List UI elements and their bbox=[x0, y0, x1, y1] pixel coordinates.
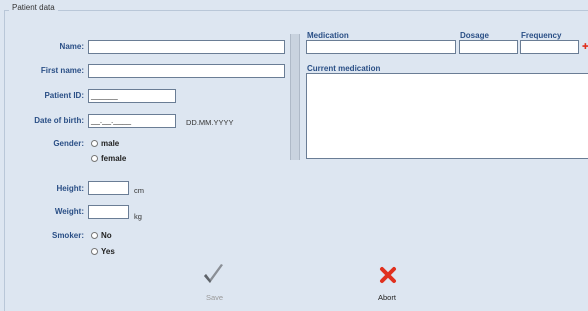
checkmark-icon bbox=[204, 264, 223, 283]
group-title: Patient data bbox=[9, 3, 58, 12]
abort-button[interactable]: Abort bbox=[370, 262, 410, 302]
gender-female-label: female bbox=[101, 154, 127, 163]
first-name-field[interactable] bbox=[88, 64, 285, 78]
smoker-no-label: No bbox=[101, 231, 112, 240]
height-label: Height: bbox=[56, 184, 84, 193]
height-field[interactable] bbox=[88, 181, 129, 195]
medication-column-header: Medication bbox=[307, 31, 349, 40]
height-unit: cm bbox=[134, 186, 144, 195]
panel-splitter[interactable] bbox=[290, 34, 300, 160]
patient-id-field[interactable]: ______ bbox=[88, 89, 176, 103]
save-button[interactable]: Save bbox=[193, 262, 233, 302]
name-label: Name: bbox=[59, 42, 84, 51]
weight-field[interactable] bbox=[88, 205, 129, 219]
first-name-label: First name: bbox=[40, 66, 84, 75]
weight-unit: kg bbox=[134, 212, 142, 221]
patient-id-label: Patient ID: bbox=[44, 91, 84, 100]
weight-label: Weight: bbox=[54, 207, 84, 216]
gender-female-radio[interactable] bbox=[91, 155, 98, 162]
current-medication-label: Current medication bbox=[307, 64, 381, 73]
gender-male-radio[interactable] bbox=[91, 140, 98, 147]
smoker-no-radio[interactable] bbox=[91, 232, 98, 239]
date-of-birth-label: Date of birth: bbox=[34, 116, 84, 125]
smoker-yes-radio[interactable] bbox=[91, 248, 98, 255]
date-format-hint: DD.MM.YYYY bbox=[186, 118, 234, 127]
close-icon bbox=[380, 267, 396, 283]
frequency-column-header: Frequency bbox=[521, 31, 562, 40]
add-medication-icon[interactable]: ✚ bbox=[582, 42, 588, 51]
dosage-column-header: Dosage bbox=[460, 31, 489, 40]
save-label: Save bbox=[206, 293, 224, 302]
gender-label: Gender: bbox=[53, 139, 84, 148]
abort-label: Abort bbox=[378, 293, 396, 302]
name-field[interactable] bbox=[88, 40, 285, 54]
smoker-yes-label: Yes bbox=[101, 247, 115, 256]
dosage-field[interactable] bbox=[459, 40, 518, 54]
date-of-birth-field[interactable]: __.__.____ bbox=[88, 114, 176, 128]
gender-male-label: male bbox=[101, 139, 120, 148]
frequency-field[interactable] bbox=[520, 40, 579, 54]
medication-field[interactable] bbox=[306, 40, 456, 54]
smoker-label: Smoker: bbox=[51, 231, 84, 240]
current-medication-list[interactable] bbox=[306, 73, 588, 159]
